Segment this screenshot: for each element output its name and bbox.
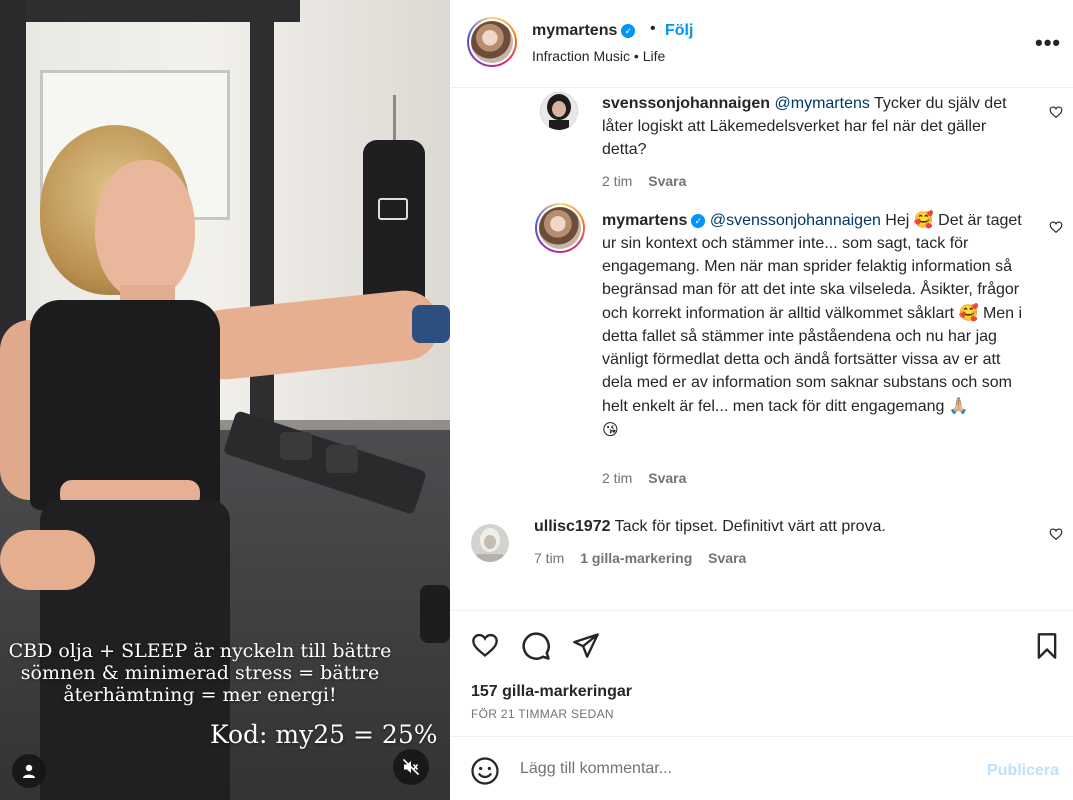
post-video[interactable]: CBD olja + SLEEP är nyckeln till bättre …: [0, 0, 450, 800]
punching-bag-logo: [378, 198, 408, 220]
person-face: [95, 160, 195, 300]
comment-mention[interactable]: @mymartens: [775, 95, 870, 112]
paper-plane-icon[interactable]: [571, 631, 601, 659]
author-username-text[interactable]: mymartens: [532, 22, 617, 39]
comment: ullisc1972 Tack för tipset. Definitivt v…: [450, 518, 1073, 600]
kissing-face-emoji: 😘: [602, 420, 619, 439]
comment-like-icon[interactable]: [1049, 220, 1063, 234]
comment-content: Hej: [880, 212, 914, 229]
comment-text: svenssonjohannaigen @mymartens Tycker du…: [602, 92, 1032, 161]
audio-subtitle[interactable]: Infraction Music • Life: [532, 48, 665, 64]
commenter-avatar[interactable]: [540, 92, 578, 130]
heart-icon[interactable]: [470, 631, 500, 659]
comment-like-icon[interactable]: [1049, 105, 1063, 119]
verified-badge-icon: ✓: [621, 24, 636, 38]
video-caption: CBD olja + SLEEP är nyckeln till bättre …: [8, 640, 392, 706]
comment-time[interactable]: 7 tim: [534, 550, 564, 566]
comment-username[interactable]: svenssonjohannaigen: [602, 95, 770, 112]
commenter-avatar[interactable]: [471, 524, 509, 562]
comment-input[interactable]: [520, 757, 970, 781]
post-header: mymartens ✓ • Följ Infraction Music • Lif…: [450, 0, 1073, 88]
comment-icon[interactable]: [521, 631, 551, 661]
weight-plate: [420, 585, 450, 643]
comment-username[interactable]: mymartens: [602, 212, 687, 229]
user-tag-button[interactable]: [12, 754, 46, 788]
comment-time[interactable]: 2 tim: [602, 173, 632, 189]
discount-code: Kod: my25 = 25%: [210, 720, 438, 749]
comment-username[interactable]: ullisc1972: [534, 518, 611, 535]
follow-button[interactable]: Följ: [665, 22, 693, 40]
rack-right-post: [250, 0, 274, 470]
add-comment-bar: Publicera: [450, 738, 1073, 800]
likes-count[interactable]: 157 gilla-markeringar: [471, 683, 632, 701]
smiling-hearts-emoji: 🥰: [958, 303, 979, 322]
publish-button[interactable]: Publicera: [987, 762, 1059, 780]
header-separator: •: [650, 20, 656, 37]
more-dots-icon[interactable]: •••: [1035, 30, 1061, 56]
comment-time[interactable]: 2 tim: [602, 470, 632, 486]
author-avatar[interactable]: [467, 17, 517, 67]
commenter-avatar[interactable]: [535, 203, 585, 253]
comment-likes[interactable]: 1 gilla-markering: [580, 550, 692, 566]
comment-reply: mymartens ✓ @svenssonjohannaigen Hej 🥰 De…: [450, 200, 1073, 500]
comments-list: svenssonjohannaigen @mymartens Tycker du…: [450, 88, 1073, 611]
verified-badge-icon: ✓: [691, 214, 706, 228]
reply-button[interactable]: Svara: [708, 550, 746, 566]
person-hand: [0, 530, 95, 590]
comment-meta: 2 tim Svara: [602, 470, 698, 486]
dumbbell: [326, 445, 358, 473]
comment-content: Tack för tipset. Definitivt värt att pro…: [610, 518, 886, 535]
comment-like-icon[interactable]: [1049, 527, 1063, 541]
author-username[interactable]: mymartens ✓: [532, 22, 636, 40]
hand-weight: [412, 305, 450, 343]
person-top: [30, 300, 220, 510]
comment-meta: 7 tim 1 gilla-markering Svara: [534, 550, 758, 566]
post-time[interactable]: FÖR 21 TIMMAR SEDAN: [471, 707, 614, 721]
praying-hands-emoji: 🙏🏼: [948, 396, 969, 415]
comment-reply: svenssonjohannaigen @mymartens Tycker du…: [450, 88, 1073, 198]
speaker-muted-icon: [402, 758, 420, 776]
post-actions: 157 gilla-markeringar FÖR 21 TIMMAR SEDA…: [450, 612, 1073, 737]
bookmark-icon[interactable]: [1034, 632, 1060, 660]
comment-text: mymartens ✓ @svenssonjohannaigen Hej 🥰 De…: [602, 208, 1032, 442]
comment-text: ullisc1972 Tack för tipset. Definitivt v…: [534, 515, 1034, 538]
comment-mention[interactable]: @svenssonjohannaigen: [710, 212, 881, 229]
dumbbell: [280, 432, 312, 460]
user-tag-icon: [23, 764, 35, 778]
reply-button[interactable]: Svara: [648, 173, 686, 189]
punching-bag-chain: [393, 95, 396, 145]
comment-meta: 2 tim Svara: [602, 173, 698, 189]
reply-button[interactable]: Svara: [648, 470, 686, 486]
mute-button[interactable]: [393, 749, 429, 785]
smiley-icon[interactable]: [470, 756, 500, 786]
smiling-hearts-emoji: 🥰: [913, 210, 934, 229]
post-panel: mymartens ✓ • Följ Infraction Music • Lif…: [450, 0, 1073, 800]
